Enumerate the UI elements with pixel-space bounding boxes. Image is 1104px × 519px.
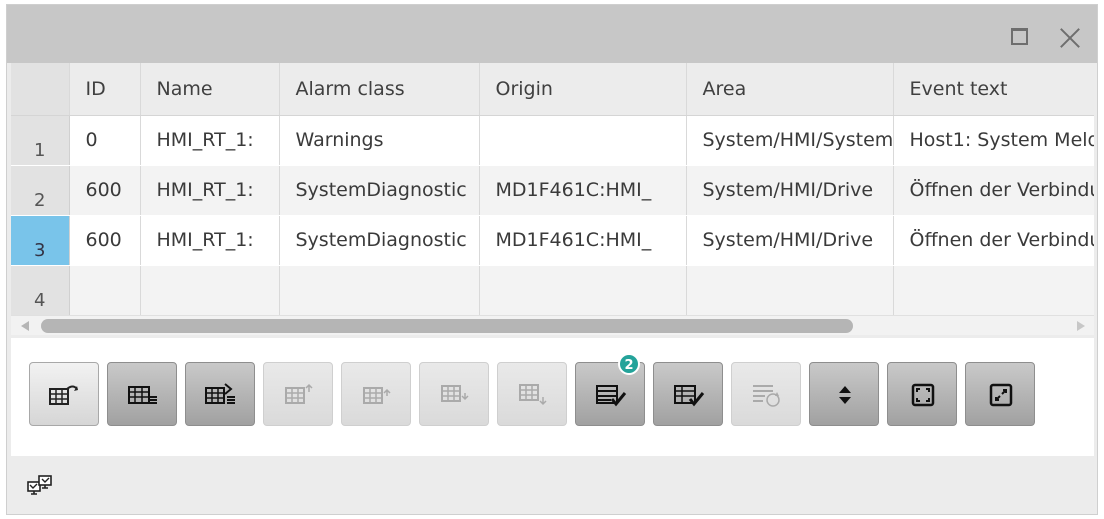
acknowledge-list-icon [596,385,627,407]
cell-id: 0 [69,115,141,166]
cell-area: System/HMI/System [686,115,894,166]
column-header-name[interactable]: Name [140,63,280,116]
status-bar [11,460,1094,512]
cell-id: 600 [69,215,141,266]
maximize-button[interactable] [1003,22,1033,52]
cell-name [140,265,280,315]
table-row[interactable]: 1 0 HMI_RT_1: Warnings System/HMI/System… [11,115,1094,166]
table-list-button[interactable] [107,362,177,426]
table-row[interactable]: 4 [11,265,1094,315]
scrollbar-thumb[interactable] [41,319,853,333]
cell-origin [479,265,687,315]
alarm-toolbar: 2 [11,338,1094,456]
column-header-origin[interactable]: Origin [479,63,687,116]
cell-event-text [893,265,1094,315]
cell-event-text: Host1: System Meldung [893,115,1094,166]
window-restore-button[interactable] [965,362,1035,426]
alarm-view-window: ID Name Alarm class Origin Area Event te… [6,4,1098,515]
cell-name: HMI_RT_1: [140,165,280,216]
acknowledge-list-button[interactable]: 2 [575,353,645,426]
table-header-row: ID Name Alarm class Origin Area Event te… [11,63,1094,116]
move-to-top-icon [285,383,313,404]
cell-alarm-class: SystemDiagnostic [279,165,480,216]
refresh-list-button[interactable] [731,362,801,426]
row-header[interactable]: 4 [11,265,70,315]
sort-button[interactable] [809,362,879,426]
corner-header [11,63,70,116]
cell-origin [479,115,687,166]
table-split-button[interactable] [185,362,255,426]
table-row[interactable]: 2 600 HMI_RT_1: SystemDiagnostic MD1F461… [11,165,1094,216]
fullscreen-button[interactable] [887,362,957,426]
table-split-arrow-icon [205,383,235,404]
move-down-icon [441,385,469,402]
move-up-icon [363,387,391,404]
move-to-bottom-icon [519,384,547,406]
network-computers-icon[interactable] [27,475,53,499]
cell-alarm-class [279,265,480,315]
title-bar [7,5,1097,63]
column-header-id[interactable]: ID [69,63,141,116]
cell-name: HMI_RT_1: [140,115,280,166]
horizontal-scrollbar[interactable] [11,315,1094,335]
row-header[interactable]: 2 [11,165,70,216]
cell-name: HMI_RT_1: [140,215,280,266]
refresh-list-icon [753,385,780,407]
cell-area: System/HMI/Drive [686,215,894,266]
table-list-icon [128,386,157,404]
fullscreen-icon [911,383,935,407]
cell-alarm-class: Warnings [279,115,480,166]
close-icon [1058,26,1082,50]
close-button[interactable] [1055,22,1085,52]
row-header[interactable]: 1 [11,115,70,166]
table-row[interactable]: 3 600 HMI_RT_1: SystemDiagnostic MD1F461… [11,215,1094,266]
cell-origin: MD1F461C:HMI_ [479,215,687,266]
scroll-left-arrow-icon[interactable] [21,321,29,331]
column-header-alarm-class[interactable]: Alarm class [279,63,480,116]
table-arrow-icon [49,385,78,405]
cell-event-text: Öffnen der Verbindung [893,215,1094,266]
acknowledge-single-button[interactable] [653,362,723,426]
move-to-bottom-button[interactable] [497,362,567,426]
pending-count-badge: 2 [618,353,640,375]
export-table-button[interactable] [29,362,99,426]
acknowledge-single-icon [674,385,705,407]
cell-id [69,265,141,315]
cell-origin: MD1F461C:HMI_ [479,165,687,216]
cell-alarm-class: SystemDiagnostic [279,215,480,266]
sort-up-down-icon [839,386,851,404]
column-header-event-text[interactable]: Event text [893,63,1094,116]
cell-event-text: Öffnen der Verbindung [893,165,1094,216]
move-to-top-button[interactable] [263,362,333,426]
alarm-table: ID Name Alarm class Origin Area Event te… [11,63,1094,315]
scroll-right-arrow-icon[interactable] [1077,321,1085,331]
cell-area [686,265,894,315]
row-header-selected[interactable]: 3 [11,215,70,266]
move-down-button[interactable] [419,362,489,426]
cell-area: System/HMI/Drive [686,165,894,216]
maximize-icon [1011,28,1028,45]
column-header-area[interactable]: Area [686,63,894,116]
window-restore-icon [989,383,1013,407]
cell-id: 600 [69,165,141,216]
move-up-button[interactable] [341,362,411,426]
